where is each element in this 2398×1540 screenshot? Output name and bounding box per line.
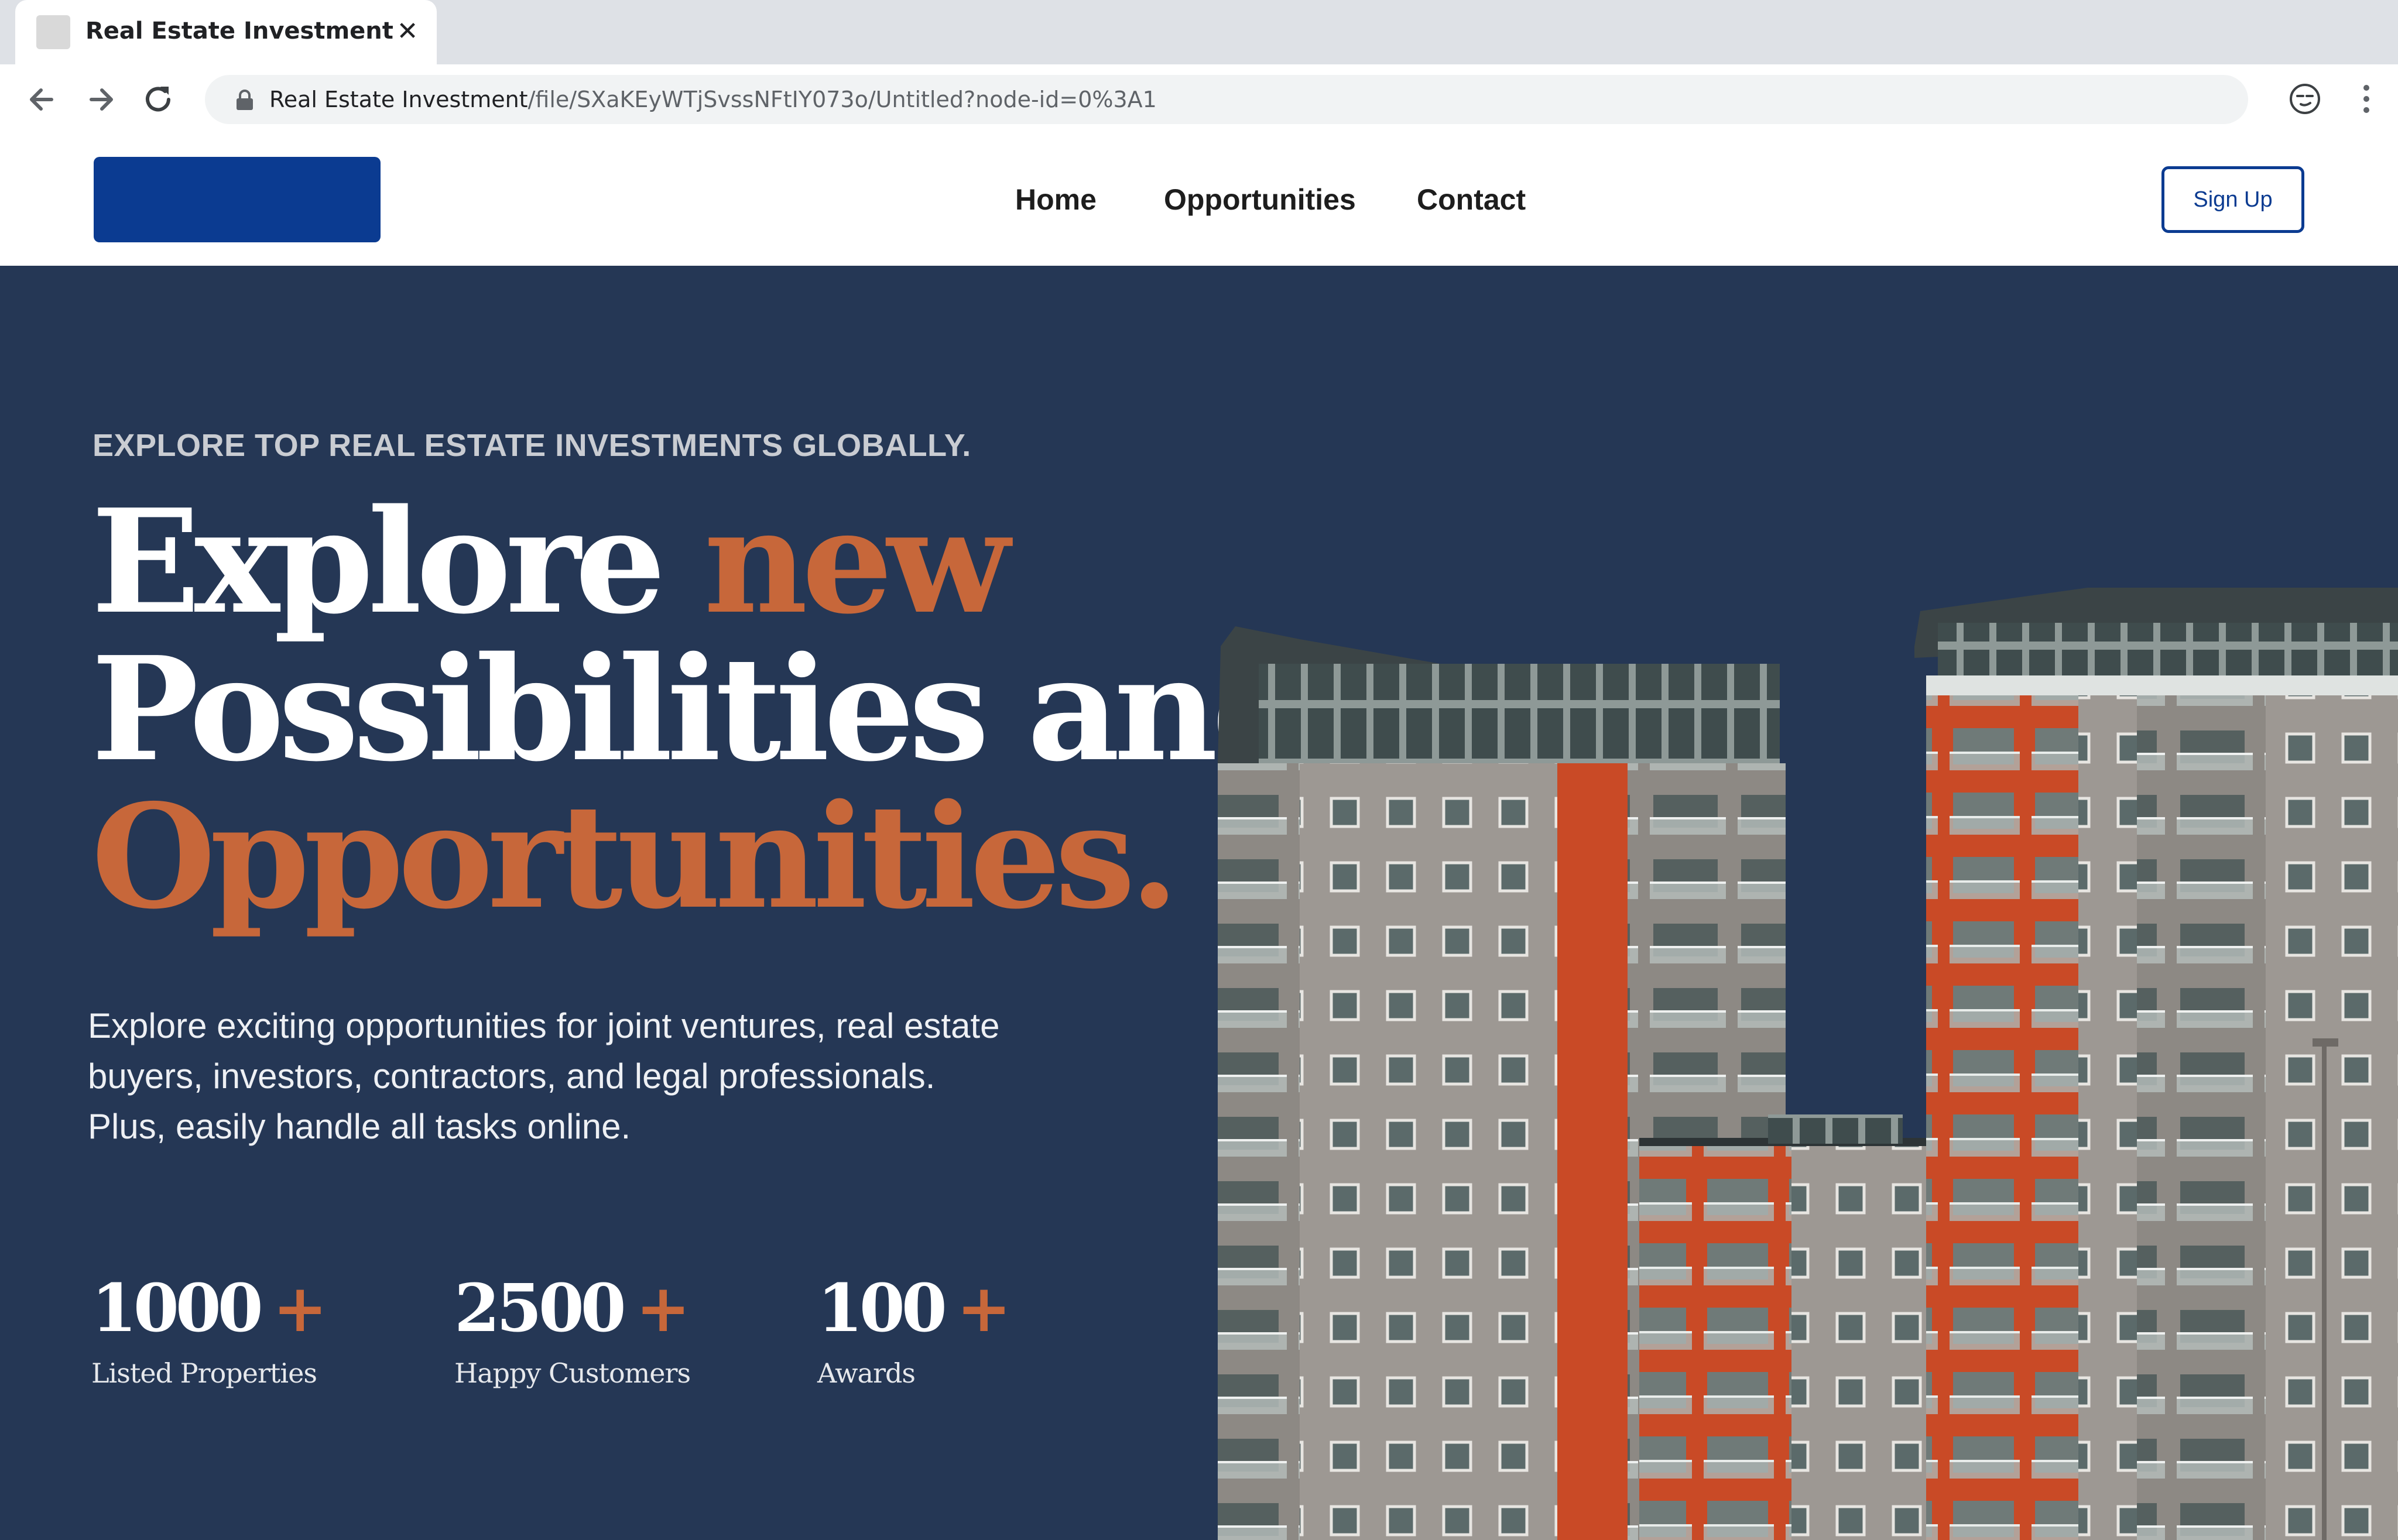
more-menu-icon[interactable]: [2354, 80, 2379, 118]
headline-word-new: new: [704, 478, 1010, 646]
hero-description: Explore exciting opportunities for joint…: [88, 1006, 1000, 1146]
stat-value: 1000: [91, 1270, 263, 1347]
hero-eyebrow: EXPLORE TOP REAL ESTATE INVESTMENTS GLOB…: [93, 428, 971, 463]
url-host: Real Estate Investment: [269, 87, 528, 112]
stat-label: Awards: [817, 1357, 916, 1389]
stat-number: 1000 +: [91, 1270, 328, 1347]
lock-icon: [237, 90, 253, 110]
headline-line-3: Opportunities.: [91, 773, 1179, 941]
url-text: Real Estate Investment/file/SXaKEyWTjSvs…: [269, 87, 1157, 112]
headline-word-explore: Explore: [91, 478, 704, 646]
stat-value: 2500: [454, 1270, 626, 1347]
favicon-icon: [36, 15, 70, 49]
stat-listed-properties: 1000 + Listed Properties: [91, 1270, 328, 1389]
stat-number: 2500 +: [454, 1270, 691, 1347]
headline-line-2: Possibilities and: [91, 625, 1312, 793]
stat-plus: +: [272, 1270, 328, 1347]
close-tab-icon[interactable]: ✕: [390, 14, 425, 49]
stat-value: 100: [817, 1270, 947, 1347]
nav-opportunities[interactable]: Opportunities: [1164, 183, 1356, 217]
stat-plus: +: [956, 1270, 1012, 1347]
reload-icon[interactable]: [137, 78, 179, 121]
hero-section: EXPLORE TOP REAL ESTATE INVESTMENTS GLOB…: [0, 266, 2398, 1540]
stat-awards: 100 + Awards: [817, 1270, 1012, 1389]
tab-title: Real Estate Investment: [85, 18, 393, 44]
stat-plus: +: [635, 1270, 691, 1347]
nav-contact[interactable]: Contact: [1417, 183, 1526, 217]
nav-home[interactable]: Home: [1015, 183, 1097, 217]
browser-tabstrip: Real Estate Investment ✕: [0, 0, 2398, 64]
stat-happy-customers: 2500 + Happy Customers: [454, 1270, 691, 1389]
forward-arrow-icon[interactable]: [80, 78, 122, 121]
headline-line-1: Explore new: [91, 488, 1306, 636]
stat-number: 100 +: [817, 1270, 1012, 1347]
profile-icon[interactable]: [2287, 81, 2323, 117]
address-bar[interactable]: Real Estate Investment/file/SXaKEyWTjSvs…: [205, 75, 2248, 124]
hero-headline: Explore new Possibilities and Opportunit…: [91, 488, 1312, 941]
back-arrow-icon[interactable]: [21, 78, 63, 121]
stat-label: Happy Customers: [454, 1357, 691, 1389]
browser-toolbar: Real Estate Investment/file/SXaKEyWTjSvs…: [0, 64, 2398, 133]
apartment-building-image: [1218, 588, 2398, 1540]
sign-up-button[interactable]: Sign Up: [2161, 166, 2304, 233]
browser-tab[interactable]: Real Estate Investment ✕: [15, 0, 437, 64]
logo[interactable]: [94, 157, 381, 242]
stat-label: Listed Properties: [91, 1357, 317, 1389]
url-path: /file/SXaKEyWTjSvssNFtIY073o/Untitled?no…: [527, 87, 1157, 112]
site-header: Home Opportunities Contact Sign Up: [0, 133, 2398, 266]
